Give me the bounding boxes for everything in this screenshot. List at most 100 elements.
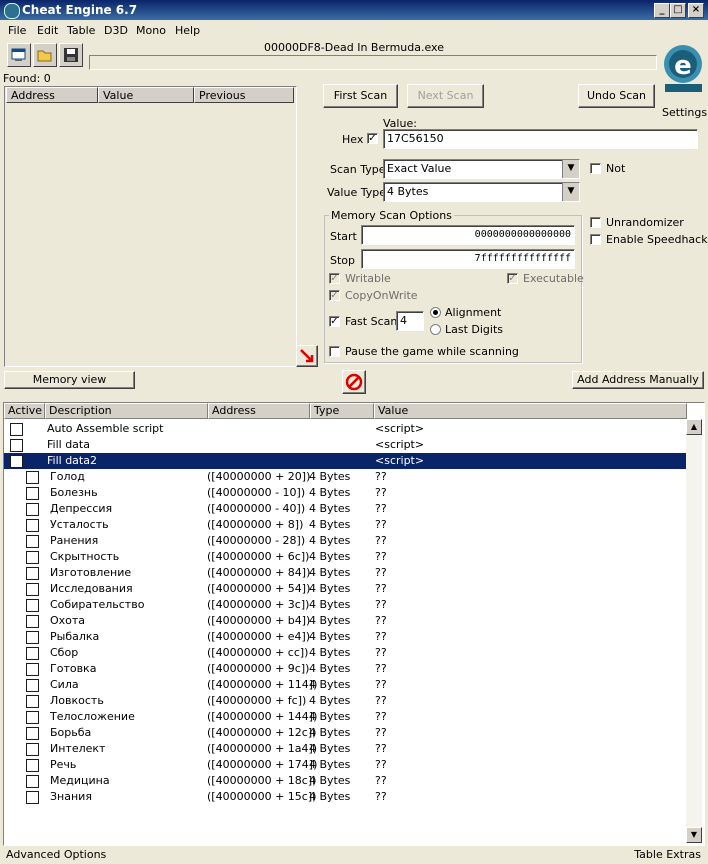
table-row[interactable]: Готовка ([40000000 + 9c]) 4 Bytes?? [4, 661, 687, 677]
table-row[interactable]: Скрытность ([40000000 + 6c]) 4 Bytes?? [4, 549, 687, 565]
alignment-radio[interactable] [430, 307, 441, 318]
active-checkbox[interactable] [26, 759, 39, 772]
table-row[interactable]: Исследования ([40000000 + 54]) 4 Bytes?? [4, 581, 687, 597]
results-col-previous[interactable]: Previous [194, 87, 294, 103]
settings-label[interactable]: Settings [662, 106, 707, 119]
active-checkbox[interactable] [26, 743, 39, 756]
executable-checkbox[interactable]: ✓ [507, 273, 518, 284]
menu-help[interactable]: Help [175, 24, 200, 37]
active-checkbox[interactable] [26, 679, 39, 692]
col-active[interactable]: Active [4, 403, 45, 419]
table-row[interactable]: Ранения ([40000000 - 28]) 4 Bytes?? [4, 533, 687, 549]
table-row[interactable]: Сила ([40000000 + 114]) 4 Bytes?? [4, 677, 687, 693]
results-list[interactable]: Address Value Previous [4, 86, 297, 367]
menu-table[interactable]: Table [67, 24, 95, 37]
fast-scan-input[interactable]: 4 [396, 311, 424, 331]
memory-view-button[interactable]: Memory view [4, 371, 135, 389]
active-checkbox[interactable] [26, 583, 39, 596]
table-row[interactable]: Медицина ([40000000 + 18c]) 4 Bytes?? [4, 773, 687, 789]
writable-checkbox[interactable]: ✓ [329, 273, 340, 284]
maximize-button[interactable]: □ [670, 3, 686, 18]
table-row[interactable]: Голод ([40000000 + 20]) 4 Bytes?? [4, 469, 687, 485]
table-row[interactable]: Ловкость ([40000000 + fc]) 4 Bytes?? [4, 693, 687, 709]
last-digits-radio[interactable] [430, 324, 441, 335]
chevron-down-icon[interactable]: ▼ [562, 160, 579, 178]
table-row[interactable]: Auto Assemble script <script> [4, 421, 687, 437]
active-checkbox[interactable] [26, 535, 39, 548]
results-col-value[interactable]: Value [98, 87, 194, 103]
table-row[interactable]: Знания ([40000000 + 15c]) 4 Bytes?? [4, 789, 687, 805]
hex-checkbox[interactable]: ✓ [367, 133, 378, 144]
first-scan-button[interactable]: First Scan [323, 84, 398, 108]
unrandomizer-checkbox[interactable] [590, 217, 601, 228]
col-description[interactable]: Description [45, 403, 208, 419]
scroll-up-icon[interactable]: ▲ [686, 419, 702, 435]
table-row[interactable]: Болезнь ([40000000 - 10]) 4 Bytes?? [4, 485, 687, 501]
active-checkbox[interactable] [26, 567, 39, 580]
address-table[interactable]: Active Description Address Type Value Au… [3, 402, 705, 846]
table-row[interactable]: Усталость ([40000000 + 8]) 4 Bytes?? [4, 517, 687, 533]
add-address-manually-button[interactable]: Add Address Manually [572, 371, 704, 389]
table-row[interactable]: Речь ([40000000 + 174]) 4 Bytes?? [4, 757, 687, 773]
menu-d3d[interactable]: D3D [104, 24, 128, 37]
table-row[interactable]: Рыбалка ([40000000 + e4]) 4 Bytes?? [4, 629, 687, 645]
scan-type-select[interactable]: Exact Value ▼ [383, 159, 580, 179]
table-row[interactable]: Охота ([40000000 + b4]) 4 Bytes?? [4, 613, 687, 629]
active-checkbox[interactable] [26, 503, 39, 516]
speedhack-checkbox[interactable] [590, 234, 601, 245]
menu-edit[interactable]: Edit [37, 24, 58, 37]
value-input[interactable]: 17C56150 [383, 129, 698, 149]
active-checkbox[interactable] [26, 727, 39, 740]
copyonwrite-checkbox[interactable]: ✓ [329, 290, 340, 301]
scroll-down-icon[interactable]: ▼ [686, 827, 702, 843]
stop-address-input[interactable]: 7fffffffffffffff [361, 249, 575, 269]
active-checkbox[interactable] [26, 615, 39, 628]
table-row[interactable]: Депрессия ([40000000 - 40]) 4 Bytes?? [4, 501, 687, 517]
value-type-select[interactable]: 4 Bytes ▼ [383, 182, 580, 202]
not-checkbox[interactable] [590, 163, 601, 174]
table-row[interactable]: Собирательство ([40000000 + 3c]) 4 Bytes?? [4, 597, 687, 613]
table-extras-link[interactable]: Table Extras [634, 848, 701, 861]
pause-game-checkbox[interactable] [329, 346, 340, 357]
active-checkbox[interactable] [26, 551, 39, 564]
minimize-button[interactable]: _ [654, 3, 670, 18]
chevron-down-icon[interactable]: ▼ [562, 183, 579, 201]
table-row[interactable]: Борьба ([40000000 + 12c]) 4 Bytes?? [4, 725, 687, 741]
undo-scan-button[interactable]: Undo Scan [578, 84, 655, 108]
col-address[interactable]: Address [208, 403, 310, 419]
table-row[interactable]: Изготовление ([40000000 + 84]) 4 Bytes?? [4, 565, 687, 581]
active-checkbox[interactable] [26, 599, 39, 612]
active-checkbox[interactable] [26, 647, 39, 660]
active-checkbox[interactable] [26, 487, 39, 500]
table-row[interactable]: Fill data2 <script> [4, 453, 687, 469]
title-bar[interactable]: Cheat Engine 6.7 _ □ × [0, 0, 708, 20]
col-type[interactable]: Type [310, 403, 374, 419]
active-checkbox[interactable] [26, 775, 39, 788]
table-row[interactable]: Fill data <script> [4, 437, 687, 453]
add-selected-arrow-icon[interactable] [296, 345, 318, 367]
cheat-engine-logo[interactable]: e Settings [661, 40, 707, 119]
results-col-address[interactable]: Address [6, 87, 98, 103]
address-table-scrollbar[interactable]: ▲ ▼ [686, 419, 702, 843]
active-checkbox[interactable] [10, 455, 23, 468]
table-row[interactable]: Сбор ([40000000 + cc]) 4 Bytes?? [4, 645, 687, 661]
advanced-options-link[interactable]: Advanced Options [6, 848, 106, 861]
active-checkbox[interactable] [26, 695, 39, 708]
start-address-input[interactable]: 0000000000000000 [361, 225, 575, 245]
active-checkbox[interactable] [10, 439, 23, 452]
active-checkbox[interactable] [26, 631, 39, 644]
active-checkbox[interactable] [26, 519, 39, 532]
active-checkbox[interactable] [26, 471, 39, 484]
col-value[interactable]: Value [374, 403, 687, 419]
menu-mono[interactable]: Mono [136, 24, 166, 37]
active-checkbox[interactable] [10, 423, 23, 436]
clear-list-icon[interactable] [342, 370, 366, 394]
menu-file[interactable]: File [8, 24, 26, 37]
active-checkbox[interactable] [26, 791, 39, 804]
active-checkbox[interactable] [26, 663, 39, 676]
table-row[interactable]: Телосложение ([40000000 + 144]) 4 Bytes?? [4, 709, 687, 725]
close-button[interactable]: × [688, 3, 704, 18]
active-checkbox[interactable] [26, 711, 39, 724]
fast-scan-checkbox[interactable]: ✓ [329, 316, 340, 327]
next-scan-button[interactable]: Next Scan [407, 84, 484, 108]
